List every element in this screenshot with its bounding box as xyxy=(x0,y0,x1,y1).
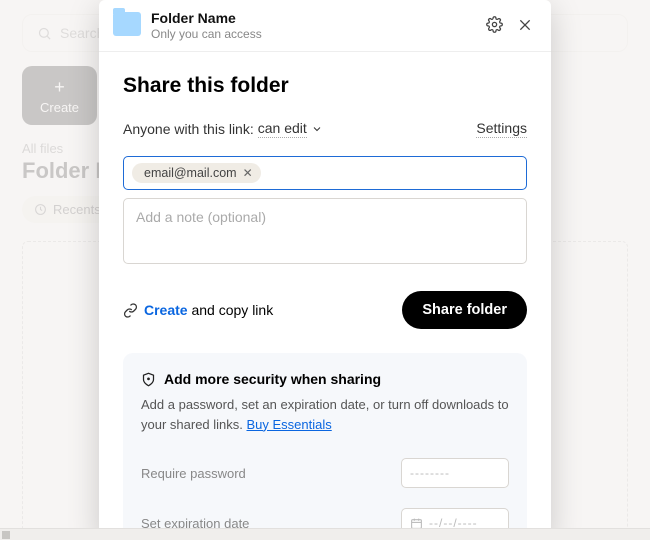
share-modal: Folder Name Only you can access Share th… xyxy=(99,0,551,540)
buy-essentials-link[interactable]: Buy Essentials xyxy=(247,417,332,432)
share-heading: Share this folder xyxy=(123,74,527,98)
require-password-label: Require password xyxy=(141,466,246,481)
share-folder-button[interactable]: Share folder xyxy=(402,291,527,329)
settings-link[interactable]: Settings xyxy=(476,120,527,138)
close-icon xyxy=(517,17,533,33)
modal-access-subtext: Only you can access xyxy=(151,27,474,41)
create-word: Create xyxy=(144,302,188,318)
note-textarea[interactable] xyxy=(123,198,527,264)
copy-suffix: and copy link xyxy=(188,302,274,318)
security-heading: Add more security when sharing xyxy=(164,371,381,387)
create-copy-link[interactable]: Create and copy link xyxy=(123,302,273,318)
permission-value: can edit xyxy=(258,120,307,138)
link-icon xyxy=(123,303,138,318)
chevron-down-icon xyxy=(311,123,323,135)
scrollbar-left-arrow[interactable] xyxy=(2,531,10,539)
password-placeholder: -------- xyxy=(410,466,450,480)
password-input[interactable]: -------- xyxy=(401,458,509,488)
permission-prefix: Anyone with this link: xyxy=(123,121,254,137)
recipient-input[interactable]: email@mail.com ✕ xyxy=(123,156,527,190)
modal-header: Folder Name Only you can access xyxy=(99,0,551,52)
security-description: Add a password, set an expiration date, … xyxy=(141,395,509,434)
settings-icon-button[interactable] xyxy=(484,14,505,35)
email-chip[interactable]: email@mail.com ✕ xyxy=(132,163,261,183)
shield-icon xyxy=(141,372,156,387)
remove-chip-icon[interactable]: ✕ xyxy=(243,166,253,180)
email-chip-text: email@mail.com xyxy=(144,166,237,180)
recipient-text-input[interactable] xyxy=(267,166,518,181)
modal-folder-name: Folder Name xyxy=(151,10,474,26)
folder-icon xyxy=(113,12,141,36)
horizontal-scrollbar[interactable] xyxy=(0,528,650,540)
permission-selector[interactable]: Anyone with this link: can edit xyxy=(123,120,323,138)
security-card: Add more security when sharing Add a pas… xyxy=(123,353,527,540)
close-button[interactable] xyxy=(515,15,535,35)
gear-icon xyxy=(486,16,503,33)
